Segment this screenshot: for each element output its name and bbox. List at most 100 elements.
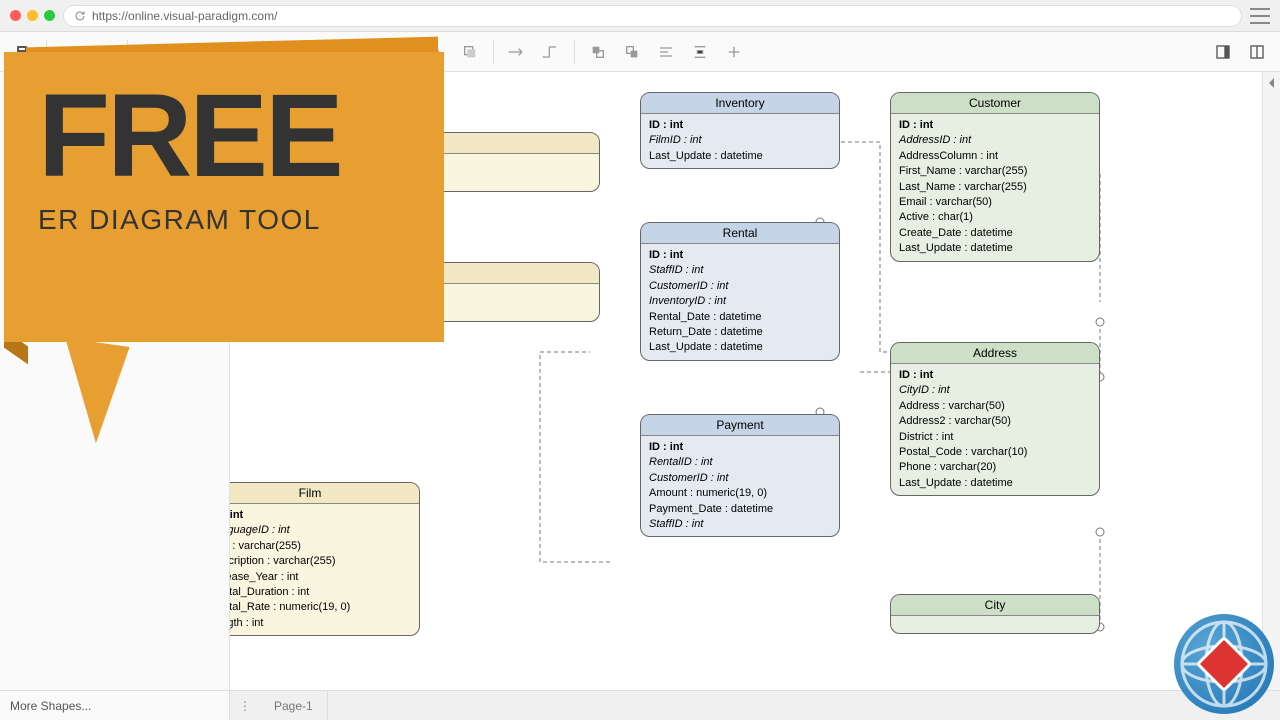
maximize-window-icon[interactable] [44, 10, 55, 21]
menu-icon[interactable] [1250, 8, 1270, 24]
entity-field: CityID : int [899, 383, 1091, 398]
entity-field: StaffID : int [649, 517, 831, 532]
to-front-icon [590, 44, 606, 60]
entity-field: AddressID : int [899, 133, 1091, 148]
more-shapes-button[interactable]: More Shapes... [0, 691, 230, 720]
entity-field: Title : varchar(255) [230, 539, 411, 554]
entity-address[interactable]: Address ID : intCityID : intAddress : va… [890, 342, 1100, 496]
globe-icon [1174, 614, 1274, 714]
browser-chrome: https://online.visual-paradigm.com/ [0, 0, 1280, 32]
entity-header: Payment [641, 415, 839, 436]
connector-style-button[interactable] [502, 37, 532, 67]
url-text: https://online.visual-paradigm.com/ [92, 9, 277, 23]
entity-body: ID : intStaffID : intCustomerID : intInv… [641, 244, 839, 360]
entity-header: Customer [891, 93, 1099, 114]
minimize-window-icon[interactable] [27, 10, 38, 21]
page-tab[interactable]: Page-1 [260, 691, 328, 720]
entity-field: ID : int [649, 440, 831, 455]
distribute-icon [692, 44, 708, 60]
entity-field: Rental_Duration : int [230, 585, 411, 600]
entity-header: Film [230, 483, 419, 504]
entity-field: District : int [899, 430, 1091, 445]
entity-field: ID : int [230, 508, 411, 523]
entity-field: InventoryID : int [649, 294, 831, 309]
elbow-icon [541, 44, 561, 60]
entity-field: CustomerID : int [649, 279, 831, 294]
url-bar[interactable]: https://online.visual-paradigm.com/ [63, 5, 1242, 27]
entity-field: Email : varchar(50) [899, 195, 1091, 210]
entity-field: ID : int [649, 118, 831, 133]
entity-field: Amount : numeric(19, 0) [649, 486, 831, 501]
entity-header: Inventory [641, 93, 839, 114]
entity-field: Last_Update : datetime [649, 149, 831, 164]
entity-header: Address [891, 343, 1099, 364]
entity-field: Length : int [230, 616, 411, 631]
distribute-button[interactable] [685, 37, 715, 67]
to-back-icon [624, 44, 640, 60]
align-icon [658, 44, 674, 60]
entity-field: RentalID : int [649, 455, 831, 470]
entity-field: FilmID : int [649, 133, 831, 148]
panel-right-icon [1215, 44, 1231, 60]
entity-rental[interactable]: Rental ID : intStaffID : intCustomerID :… [640, 222, 840, 361]
align-button[interactable] [651, 37, 681, 67]
entity-film[interactable]: Film ID : intLanguageID : intTitle : var… [230, 482, 420, 636]
entity-field: First_Name : varchar(255) [899, 164, 1091, 179]
entity-field: Phone : varchar(20) [899, 460, 1091, 475]
entity-header: City [891, 595, 1099, 616]
entity-field: ID : int [649, 248, 831, 263]
entity-body [891, 616, 1099, 624]
to-front-button[interactable] [583, 37, 613, 67]
entity-field: Last_Update : datetime [899, 476, 1091, 491]
plus-icon [726, 44, 742, 60]
brand-logo [1164, 604, 1274, 714]
format-panel-collapsed[interactable] [1262, 72, 1280, 690]
entity-field: Active : char(1) [899, 210, 1091, 225]
separator [493, 40, 494, 64]
entity-field: Address : varchar(50) [899, 399, 1091, 414]
entity-field: ID : int [899, 118, 1091, 133]
entity-field: Last_Name : varchar(255) [899, 180, 1091, 195]
add-page-button[interactable]: ⋮ [230, 691, 260, 720]
entity-field: Payment_Date : datetime [649, 502, 831, 517]
add-button[interactable] [719, 37, 749, 67]
entity-field: Rental_Rate : numeric(19, 0) [230, 600, 411, 615]
entity-field: ID : int [899, 368, 1091, 383]
entity-field: Release_Year : int [230, 570, 411, 585]
arrow-icon [507, 44, 527, 60]
to-back-button[interactable] [617, 37, 647, 67]
entity-field: Create_Date : datetime [899, 226, 1091, 241]
footer: More Shapes... ⋮ Page-1 [0, 690, 1280, 720]
outline-panel-button[interactable] [1242, 37, 1272, 67]
entity-field: Rental_Date : datetime [649, 310, 831, 325]
chevron-left-icon [1267, 78, 1277, 88]
panel-split-icon [1249, 44, 1265, 60]
entity-field: CustomerID : int [649, 471, 831, 486]
entity-inventory[interactable]: Inventory ID : intFilmID : intLast_Updat… [640, 92, 840, 169]
promo-subtitle: ER DIAGRAM TOOL [38, 204, 410, 236]
entity-payment[interactable]: Payment ID : intRentalID : intCustomerID… [640, 414, 840, 537]
entity-customer[interactable]: Customer ID : intAddressID : intAddressC… [890, 92, 1100, 262]
close-window-icon[interactable] [10, 10, 21, 21]
entity-field: StaffID : int [649, 263, 831, 278]
format-panel-button[interactable] [1208, 37, 1238, 67]
separator [574, 40, 575, 64]
entity-body: ID : intFilmID : intLast_Update : dateti… [641, 114, 839, 168]
entity-field: Description : varchar(255) [230, 554, 411, 569]
waypoint-button[interactable] [536, 37, 566, 67]
promo-banner: FREE ER DIAGRAM TOOL [4, 42, 454, 462]
shadow-icon [462, 44, 478, 60]
entity-header: Rental [641, 223, 839, 244]
entity-body: ID : intRentalID : intCustomerID : intAm… [641, 436, 839, 536]
shadow-button[interactable] [455, 37, 485, 67]
entity-field: Last_Update : datetime [899, 241, 1091, 256]
entity-field: Postal_Code : varchar(10) [899, 445, 1091, 460]
entity-field: LanguageID : int [230, 523, 411, 538]
reload-icon [74, 10, 86, 22]
entity-field: Last_Update : datetime [649, 340, 831, 355]
entity-city[interactable]: City [890, 594, 1100, 634]
window-controls [10, 10, 55, 21]
entity-field: Address2 : varchar(50) [899, 414, 1091, 429]
entity-body: ID : intLanguageID : intTitle : varchar(… [230, 504, 419, 635]
promo-title: FREE [38, 80, 410, 192]
